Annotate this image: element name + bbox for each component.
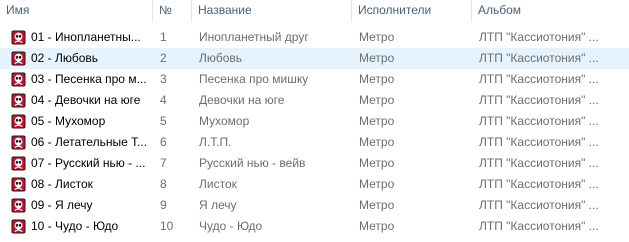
file-row[interactable]: 09 - Я лечу 9 Я лечу Метро ЛТП "Кассиото… [0, 195, 629, 216]
file-name: 05 - Мухомор [31, 114, 106, 128]
file-row[interactable]: 06 - Летательные Т... 6 Л.Т.П. Метро ЛТП… [0, 132, 629, 153]
file-row[interactable]: 01 - Инопланетны... 1 Инопланетный друг … [0, 27, 629, 48]
track-number: 6 [160, 135, 167, 149]
track-title: Л.Т.П. [199, 135, 232, 149]
file-name: 02 - Любовь [31, 51, 99, 65]
media-file-icon [11, 219, 26, 234]
file-name: 04 - Девочки на юге [31, 93, 141, 107]
media-file-icon [11, 114, 26, 129]
track-artist: Метро [359, 219, 395, 233]
column-header-title-label: Название [198, 3, 252, 17]
file-row[interactable]: 03 - Песенка про м... 3 Песенка про мишк… [0, 69, 629, 90]
media-file-icon [11, 156, 26, 171]
track-album: ЛТП "Кассиотония" ... [479, 156, 599, 170]
track-title: Листок [199, 177, 237, 191]
column-header-album-label: Альбом [478, 3, 522, 17]
track-artist: Метро [359, 135, 395, 149]
column-header-number[interactable]: № [153, 0, 192, 22]
track-title: Мухомор [199, 114, 250, 128]
media-file-icon [11, 177, 26, 192]
track-title: Девочки на юге [199, 93, 285, 107]
file-row[interactable]: 02 - Любовь 2 Любовь Метро ЛТП "Кассиото… [0, 48, 629, 69]
track-album: ЛТП "Кассиотония" ... [479, 135, 599, 149]
track-number: 4 [160, 93, 167, 107]
track-title: Русский нью - вейв [199, 156, 306, 170]
track-album: ЛТП "Кассиотония" ... [479, 72, 599, 86]
file-name: 07 - Русский нью - ... [31, 156, 146, 170]
column-header-artists-label: Исполнители [358, 3, 432, 17]
media-file-icon [11, 30, 26, 45]
file-row[interactable]: 10 - Чудо - Юдо 10 Чудо - Юдо Метро ЛТП … [0, 216, 629, 237]
track-number: 5 [160, 114, 167, 128]
track-artist: Метро [359, 156, 395, 170]
track-album: ЛТП "Кассиотония" ... [479, 177, 599, 191]
track-artist: Метро [359, 30, 395, 44]
track-album: ЛТП "Кассиотония" ... [479, 198, 599, 212]
track-album: ЛТП "Кассиотония" ... [479, 219, 599, 233]
media-file-icon [11, 51, 26, 66]
track-artist: Метро [359, 93, 395, 107]
file-name: 01 - Инопланетны... [31, 30, 141, 44]
column-header-name[interactable]: ^ Имя [0, 0, 153, 22]
file-name: 03 - Песенка про м... [31, 72, 147, 86]
track-title: Чудо - Юдо [199, 219, 263, 233]
sort-arrow-icon: ^ [21, 0, 25, 5]
file-list-view: ^ Имя № Название Исполнители Альбом 01 -… [0, 0, 629, 242]
track-artist: Метро [359, 51, 395, 65]
file-name: 08 - Листок [31, 177, 93, 191]
track-artist: Метро [359, 177, 395, 191]
media-file-icon [11, 135, 26, 150]
track-title: Инопланетный друг [199, 30, 309, 44]
media-file-icon [11, 93, 26, 108]
file-row[interactable]: 05 - Мухомор 5 Мухомор Метро ЛТП "Кассио… [0, 111, 629, 132]
column-header-title[interactable]: Название [192, 0, 352, 22]
track-album: ЛТП "Кассиотония" ... [479, 93, 599, 107]
track-album: ЛТП "Кассиотония" ... [479, 51, 599, 65]
media-file-icon [11, 72, 26, 87]
track-artist: Метро [359, 72, 395, 86]
file-name: 06 - Летательные Т... [31, 135, 148, 149]
column-header: ^ Имя № Название Исполнители Альбом [0, 0, 629, 22]
file-name: 09 - Я лечу [31, 198, 93, 212]
track-album: ЛТП "Кассиотония" ... [479, 114, 599, 128]
track-number: 2 [160, 51, 167, 65]
track-number: 9 [160, 198, 167, 212]
file-row[interactable]: 08 - Листок 8 Листок Метро ЛТП "Кассиото… [0, 174, 629, 195]
track-artist: Метро [359, 114, 395, 128]
column-header-number-label: № [159, 3, 172, 17]
column-header-artists[interactable]: Исполнители [352, 0, 472, 22]
track-number: 3 [160, 72, 167, 86]
column-header-name-label: Имя [6, 3, 30, 17]
track-number: 10 [160, 219, 174, 233]
track-title: Я лечу [199, 198, 237, 212]
track-number: 7 [160, 156, 167, 170]
column-header-album[interactable]: Альбом [472, 0, 605, 22]
track-number: 1 [160, 30, 167, 44]
file-row[interactable]: 07 - Русский нью - ... 7 Русский нью - в… [0, 153, 629, 174]
track-number: 8 [160, 177, 167, 191]
file-row[interactable]: 04 - Девочки на юге 4 Девочки на юге Мет… [0, 90, 629, 111]
media-file-icon [11, 198, 26, 213]
file-name: 10 - Чудо - Юдо [31, 219, 119, 233]
track-artist: Метро [359, 198, 395, 212]
track-title: Любовь [199, 51, 243, 65]
track-album: ЛТП "Кассиотония" ... [479, 30, 599, 44]
track-title: Песенка про мишку [199, 72, 309, 86]
